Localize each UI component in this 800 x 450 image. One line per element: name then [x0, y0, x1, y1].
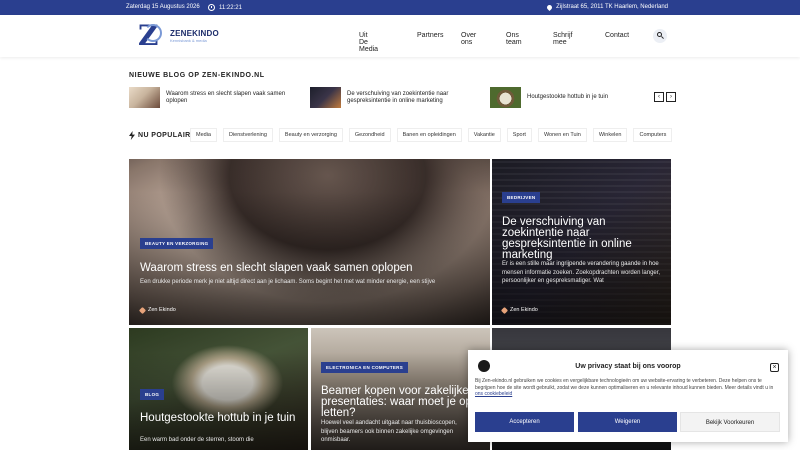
site-logo[interactable]: Z ZENEKINDO Kennisbank & media — [138, 20, 219, 52]
new-blog-item[interactable]: Waarom stress en slecht slapen vaak same… — [129, 87, 288, 108]
tag-winkelen[interactable]: Winkelen — [592, 128, 628, 142]
article-title[interactable]: Houtgestookte hottub in je tuin — [140, 412, 300, 424]
time-group: 11:22:21 — [208, 4, 242, 11]
category-badge[interactable]: BEDRIJVEN — [502, 192, 541, 203]
view-preferences-button[interactable]: Bekijk Voorkeuren — [680, 412, 780, 432]
lightning-icon — [129, 131, 135, 140]
prev-arrow-button[interactable]: ‹ — [654, 92, 664, 102]
article-excerpt: Er is een stille maar ingrijpende verand… — [502, 261, 661, 284]
article-author[interactable]: Zen Ekindo — [138, 306, 176, 314]
category-badge[interactable]: BEAUTY EN VERZORGING — [140, 238, 214, 249]
blog-item-title: De verschuiving van zoekintentie naar ge… — [347, 90, 449, 104]
article-author[interactable]: Zen Ekindo — [500, 306, 538, 314]
category-badge[interactable]: ELECTRONICA EN COMPUTERS — [321, 362, 409, 373]
time-text: 11:22:21 — [219, 4, 242, 11]
blog-thumbnail — [129, 87, 160, 108]
tag-computers[interactable]: Computers — [633, 128, 673, 142]
deny-button[interactable]: Weigeren — [578, 412, 677, 432]
article-title[interactable]: Beamer kopen voor zakelijke presentaties… — [321, 385, 481, 419]
cookie-title: Uw privacy staat bij ons voorop — [575, 363, 681, 370]
nav-contact[interactable]: Contact — [605, 32, 629, 39]
next-arrow-button[interactable]: › — [666, 92, 676, 102]
address-text: Zijlstraat 65, 2011 TK Haarlem, Nederlan… — [556, 4, 668, 10]
tag-banen[interactable]: Banen en opleidingen — [396, 128, 462, 142]
tag-gezondheid[interactable]: Gezondheid — [348, 128, 391, 142]
blog-thumbnail — [310, 87, 341, 108]
address-group: Zijlstraat 65, 2011 TK Haarlem, Nederlan… — [546, 3, 668, 11]
date-text: Zaterdag 15 Augustus 2026 — [126, 4, 200, 10]
popular-tags: Media Dienstverlening Beauty en verzorgi… — [190, 128, 673, 142]
site-header: Z ZENEKINDO Kennisbank & media Uit De Me… — [0, 15, 800, 57]
tag-vakantie[interactable]: Vakantie — [467, 128, 501, 142]
tag-icon — [138, 306, 147, 314]
article-card[interactable]: BEDRIJVEN De verschuiving van zoekintent… — [492, 159, 671, 325]
tag-wonen[interactable]: Wonen en Tuin — [537, 128, 587, 142]
article-excerpt: Een drukke periode merk je niet altijd d… — [140, 279, 436, 285]
article-card[interactable]: BLOG Houtgestookte hottub in je tuin Een… — [129, 328, 308, 450]
article-excerpt: Een warm bad onder de sterren, stoom die — [140, 437, 254, 443]
category-badge[interactable]: BLOG — [140, 389, 165, 400]
top-bar: Zaterdag 15 Augustus 2026 11:22:21 Zijls… — [0, 0, 800, 15]
tag-beauty[interactable]: Beauty en verzorging — [278, 128, 343, 142]
article-excerpt: Hoewel veel aandacht uitgaat naar thuisb… — [321, 420, 457, 443]
search-button[interactable] — [653, 29, 667, 43]
logo-name: ZENEKINDO — [170, 29, 219, 38]
location-pin-icon — [546, 3, 554, 11]
tag-dienstverlening[interactable]: Dienstverlening — [222, 128, 273, 142]
tag-media[interactable]: Media — [190, 128, 217, 142]
new-blog-title: NIEUWE BLOG OP ZEN-EKINDO.NL — [129, 72, 265, 79]
nav-ons-team[interactable]: Ons team — [506, 32, 522, 46]
nav-uit-de-media[interactable]: Uit De Media — [359, 32, 378, 53]
featured-article-card[interactable]: BEAUTY EN VERZORGING Waarom stress en sl… — [129, 159, 490, 325]
article-title[interactable]: Waarom stress en slecht slapen vaak same… — [140, 262, 480, 274]
cookie-consent-dialog: Uw privacy staat bij ons voorop × Bij Ze… — [468, 350, 788, 442]
clock-icon — [208, 4, 215, 11]
nav-over-ons[interactable]: Over ons — [461, 32, 476, 46]
new-blog-item[interactable]: De verschuiving van zoekintentie naar ge… — [310, 87, 467, 108]
article-card[interactable]: ELECTRONICA EN COMPUTERS Beamer kopen vo… — [311, 328, 490, 450]
cookie-body: Bij Zen-ekindo.nl gebruiken we cookies e… — [475, 378, 774, 397]
new-blog-item[interactable]: Houtgestookte hottub in je tuin — [490, 87, 649, 108]
nav-partners[interactable]: Partners — [417, 32, 443, 39]
accept-button[interactable]: Accepteren — [475, 412, 574, 432]
close-button[interactable]: × — [770, 363, 779, 372]
blog-slider-controls: ‹ › — [654, 92, 676, 102]
cookie-policy-link[interactable]: ons cookiebeleid — [475, 391, 512, 397]
nav-schrijf-mee[interactable]: Schrijf mee — [553, 32, 572, 46]
article-title[interactable]: De verschuiving van zoekintentie naar ge… — [502, 216, 667, 261]
tag-icon — [500, 306, 509, 314]
tag-sport[interactable]: Sport — [506, 128, 532, 142]
popular-label: NU POPULAIR — [129, 131, 191, 140]
logo-subtitle: Kennisbank & media — [170, 38, 207, 43]
blog-item-title: Waarom stress en slecht slapen vaak same… — [166, 90, 286, 104]
blog-item-title: Houtgestookte hottub in je tuin — [527, 94, 609, 100]
blog-thumbnail — [490, 87, 521, 108]
logo-mark-icon: Z — [138, 20, 168, 52]
